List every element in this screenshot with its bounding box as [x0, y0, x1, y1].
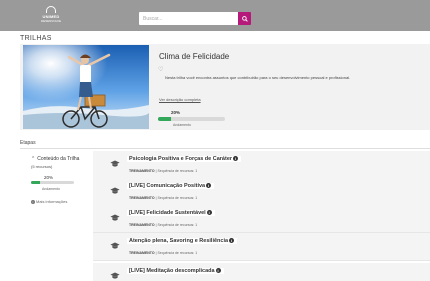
trail-content-title: Conteúdo da Trilha — [37, 156, 80, 162]
course-title: [LIVE] Comunicação Positiva — [129, 183, 206, 190]
content-progress-percent: 20% — [44, 175, 54, 180]
course-sequence: Sequência de recursos: 1 — [157, 196, 198, 200]
course-title-wrap[interactable]: [LIVE] Comunicação Positiva i — [127, 183, 215, 190]
course-type: TREINAMENTO — [129, 223, 155, 227]
content-progress-fill — [31, 181, 40, 184]
course-title-wrap[interactable]: [LIVE] Meditação descomplicada i — [127, 268, 224, 275]
course-sequence: Sequência de recursos: 1 — [157, 169, 198, 173]
logo-subtext: DESENVOLVE — [40, 19, 62, 23]
info-icon[interactable]: i — [206, 210, 212, 215]
page-title: TRILHAS — [20, 35, 52, 42]
logo-mark-icon — [46, 6, 56, 13]
course-title-wrap[interactable]: Atenção plena, Savoring e Resiliência i — [127, 238, 238, 245]
course-item[interactable]: [LIVE] Meditação descomplicadaiTREINAMEN… — [93, 263, 430, 281]
graduation-cap-icon — [110, 160, 120, 167]
trail-description: Nesta trilha você encontra assuntos que … — [165, 75, 351, 80]
info-icon[interactable]: i — [215, 268, 221, 273]
course-title-wrap[interactable]: Psicologia Positiva e Forças de Caráter i — [127, 156, 242, 163]
content-progress-bar — [31, 181, 74, 184]
course-type: TREINAMENTO — [129, 251, 155, 255]
course-title: Psicologia Positiva e Forças de Caráter — [129, 156, 233, 163]
heart-icon[interactable]: ♡ — [158, 66, 163, 73]
full-description-link[interactable]: Ver descrição completa — [159, 97, 201, 102]
search-button[interactable] — [238, 12, 251, 25]
course-item[interactable]: Psicologia Positiva e Forças de Caráter i… — [93, 151, 430, 179]
trail-card: Clima de Felicidade ♡ Nesta trilha você … — [20, 44, 430, 130]
info-icon[interactable]: i — [206, 183, 212, 188]
top-bar: UNIMED DESENVOLVE — [0, 0, 430, 31]
course-type: TREINAMENTO — [129, 169, 155, 173]
logo[interactable]: UNIMED DESENVOLVE — [36, 6, 66, 26]
info-icon: i — [31, 199, 35, 204]
steps-divider — [20, 148, 430, 149]
graduation-cap-icon — [110, 187, 120, 194]
course-item[interactable]: [LIVE] Felicidade Sustentável i TREINAMENT… — [93, 205, 430, 233]
graduation-cap-icon — [110, 214, 120, 221]
trail-image[interactable] — [23, 45, 149, 129]
graduation-cap-icon — [110, 272, 120, 279]
resource-count: (5 recursos) — [31, 164, 53, 169]
course-type: TREINAMENTO — [129, 196, 155, 200]
course-meta: TREINAMENTO | Sequência de recursos: 1 — [129, 223, 198, 227]
trail-progress-bar — [158, 117, 225, 121]
course-item[interactable]: Atenção plena, Savoring e Resiliência i TR… — [93, 233, 430, 261]
search-icon — [241, 15, 248, 22]
course-meta: TREINAMENTO | Sequência de recursos: 1 — [129, 169, 198, 173]
trail-progress-percent: 20% — [171, 110, 181, 115]
course-sequence: Sequência de recursos: 1 — [157, 251, 198, 255]
trail-title: Clima de Felicidade — [159, 52, 230, 61]
course-meta: TREINAMENTO | Sequência de recursos: 1 — [129, 251, 198, 255]
search-input[interactable] — [139, 12, 238, 25]
course-title: Atenção plena, Savoring e Resiliência — [129, 238, 229, 245]
content-progress-status: Andamento — [42, 187, 60, 191]
more-info-label: Mais informações — [36, 199, 68, 204]
info-icon[interactable]: i — [229, 238, 235, 243]
trail-progress-status: Andamento — [173, 123, 191, 127]
trail-progress-fill — [158, 117, 172, 121]
steps-label: Etapas — [20, 140, 36, 146]
course-title: [LIVE] Meditação descomplicada — [129, 268, 215, 275]
course-meta: TREINAMENTO | Sequência de recursos: 1 — [129, 196, 198, 200]
course-title: [LIVE] Felicidade Sustentável — [129, 210, 206, 217]
info-icon[interactable]: i — [233, 156, 239, 161]
course-sequence: Sequência de recursos: 1 — [157, 223, 198, 227]
trail-content-toggle[interactable]: ⌃ Conteúdo da Trilha — [31, 156, 79, 162]
graduation-cap-icon — [110, 242, 120, 249]
chevron-up-icon: ⌃ — [31, 156, 36, 162]
course-title-wrap[interactable]: [LIVE] Felicidade Sustentável i — [127, 210, 215, 217]
more-info-link[interactable]: i Mais informações — [31, 199, 67, 204]
course-item[interactable]: [LIVE] Comunicação Positiva i TREINAMENTO … — [93, 178, 430, 206]
